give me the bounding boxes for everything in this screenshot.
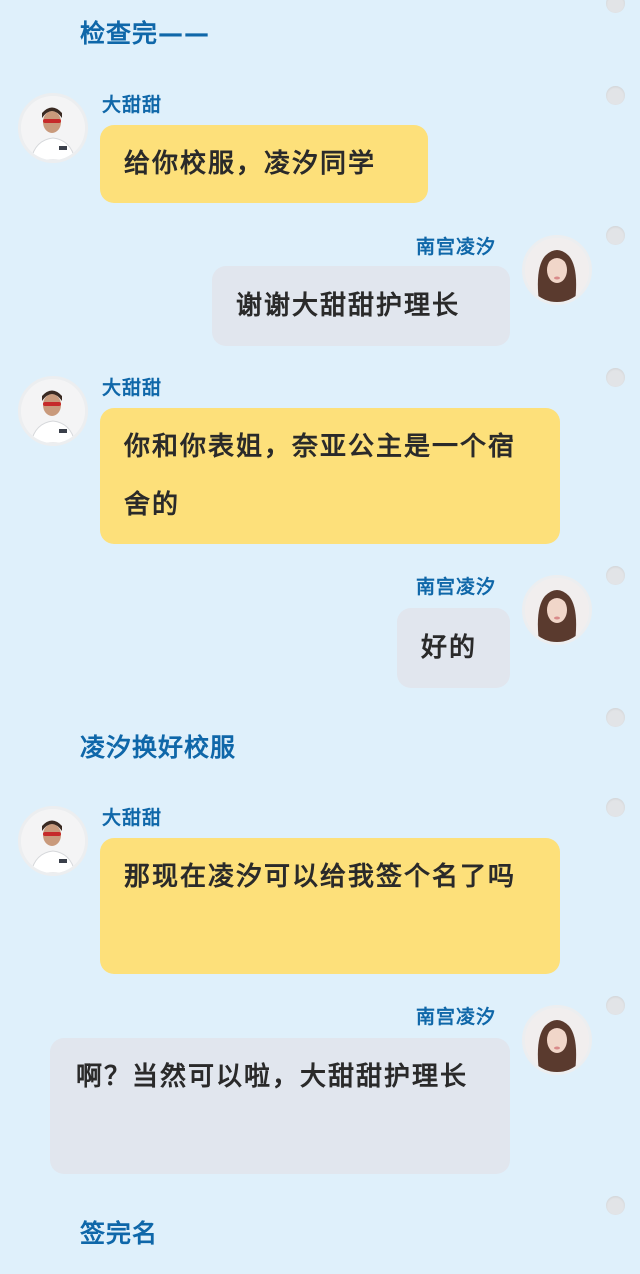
binder-hole-icon <box>606 1196 625 1215</box>
girl-avatar-icon[interactable] <box>522 1005 592 1075</box>
message-text: 给你校服，凌汐同学 <box>124 149 377 179</box>
speaker-name: 南宫凌汐 <box>416 236 497 258</box>
speaker-name: 大甜甜 <box>102 94 163 116</box>
speaker-name: 南宫凌汐 <box>416 1006 497 1028</box>
binder-hole-icon <box>606 86 625 105</box>
message-text: 你和你表姐，奈亚公主是一个宿舍的 <box>124 432 517 520</box>
nurse-avatar-icon[interactable] <box>18 376 88 446</box>
girl-avatar-icon[interactable] <box>522 235 592 305</box>
binder-hole-icon <box>606 996 625 1015</box>
binder-hole-icon <box>606 368 625 387</box>
message-text: 那现在凌汐可以给我签个名了吗 <box>124 862 517 892</box>
speaker-name: 大甜甜 <box>102 807 163 829</box>
girl-avatar-icon[interactable] <box>522 575 592 645</box>
chat-page: 检查完—— 大甜甜 给你校服，凌汐同学 南宫凌汐 谢谢大甜甜护理长 大甜甜 你和… <box>0 0 640 1274</box>
speaker-name: 南宫凌汐 <box>416 576 497 598</box>
message-text: 好的 <box>421 633 478 663</box>
binder-hole-icon <box>606 0 625 13</box>
narration-text: 检查完—— <box>80 19 211 48</box>
binder-hole-icon <box>606 708 625 727</box>
message-bubble[interactable]: 给你校服，凌汐同学 <box>100 125 428 203</box>
narration-text: 签完名 <box>80 1219 159 1248</box>
message-bubble[interactable]: 谢谢大甜甜护理长 <box>212 266 510 346</box>
nurse-avatar-icon[interactable] <box>18 806 88 876</box>
message-bubble[interactable]: 好的 <box>397 608 510 688</box>
nurse-avatar-icon[interactable] <box>18 93 88 163</box>
message-text: 啊？当然可以啦，大甜甜护理长 <box>76 1062 469 1092</box>
binder-hole-icon <box>606 226 625 245</box>
message-bubble[interactable]: 啊？当然可以啦，大甜甜护理长 <box>50 1038 510 1174</box>
binder-hole-icon <box>606 798 625 817</box>
speaker-name: 大甜甜 <box>102 377 163 399</box>
message-bubble[interactable]: 那现在凌汐可以给我签个名了吗 <box>100 838 560 974</box>
message-bubble[interactable]: 你和你表姐，奈亚公主是一个宿舍的 <box>100 408 560 544</box>
narration-text: 凌汐换好校服 <box>80 733 237 762</box>
binder-holes <box>600 0 640 1274</box>
message-text: 谢谢大甜甜护理长 <box>236 291 461 321</box>
binder-hole-icon <box>606 566 625 585</box>
